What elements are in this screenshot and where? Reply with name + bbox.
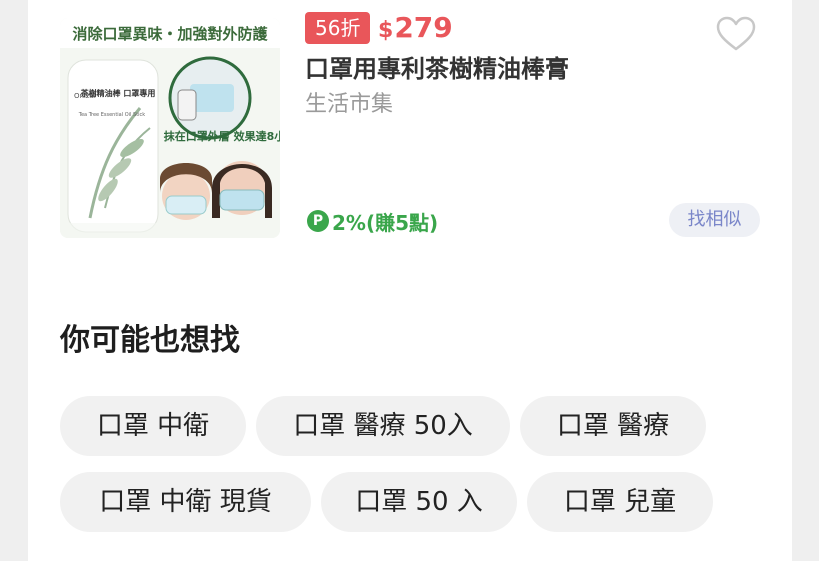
suggestion-chip[interactable]: 口罩 50 入 (321, 472, 517, 532)
currency-symbol: $ (378, 18, 394, 43)
image-callout-text: 抹在口罩外層 效果達8小時 (164, 129, 280, 143)
product-image[interactable]: 消除口罩異味・加強對外防護 Onizar 茶樹精油棒 口罩專用 Tea Tree… (60, 18, 280, 238)
suggestion-chip[interactable]: 口罩 中衛 (60, 396, 246, 456)
suggestion-chip[interactable]: 口罩 中衛 現貨 (60, 472, 311, 532)
points-text: 2%(賺5點) (332, 210, 439, 235)
heart-outline-icon[interactable] (716, 16, 756, 52)
suggestion-chip[interactable]: 口罩 兒童 (527, 472, 713, 532)
product-card: 消除口罩異味・加強對外防護 Onizar 茶樹精油棒 口罩專用 Tea Tree… (28, 0, 792, 561)
store-name[interactable]: 生活市集 (305, 90, 393, 120)
image-banner-text: 消除口罩異味・加強對外防護 (72, 25, 268, 43)
image-label-sub: Tea Tree Essential Oil Stick (78, 112, 146, 118)
image-label-title: 茶樹精油棒 口罩專用 (80, 88, 156, 98)
points-coin-icon: P (307, 210, 329, 232)
product-title[interactable]: 口罩用專利茶樹精油棒膏 (305, 52, 569, 86)
suggestion-chip[interactable]: 口罩 醫療 (520, 396, 706, 456)
find-similar-button[interactable]: 找相似 (669, 203, 760, 237)
discount-badge: 56折 (305, 12, 371, 44)
suggestion-chip[interactable]: 口罩 醫療 50入 (256, 396, 510, 456)
price: $279 (378, 10, 453, 49)
section-title: 你可能也想找 (60, 323, 240, 358)
points-reward: P 2%(賺5點) (307, 206, 438, 236)
price-value: 279 (394, 11, 453, 44)
